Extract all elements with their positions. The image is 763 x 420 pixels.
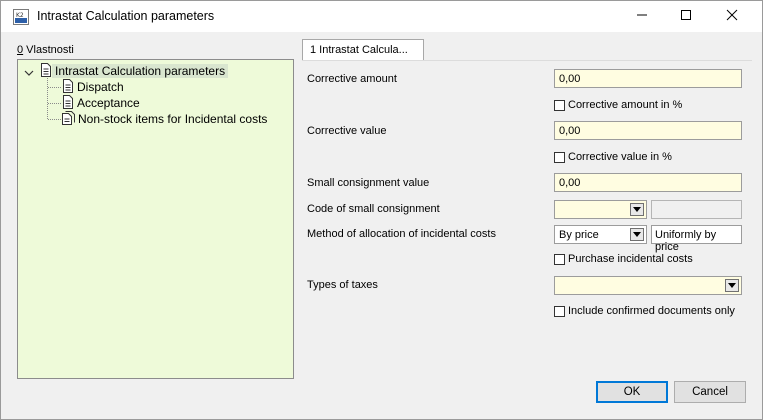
- dropdown-arrow-icon[interactable]: [630, 203, 644, 216]
- dialog-window: K2 Intrastat Calculation parameters 0 Vl…: [0, 0, 763, 420]
- tab-intrastat-calculation[interactable]: 1 Intrastat Calcula...: [302, 39, 424, 61]
- documents-stack-icon: [62, 110, 75, 128]
- tree-panel[interactable]: Intrastat Calculation parameters Dispatc…: [17, 59, 294, 379]
- minimize-icon: [636, 9, 648, 24]
- checkbox-box[interactable]: [554, 99, 565, 111]
- dropdown-arrow-icon[interactable]: [630, 228, 644, 241]
- include-confirmed-checkbox[interactable]: Include confirmed documents only: [554, 305, 735, 317]
- tab-divider: [302, 60, 752, 61]
- svg-text:K2: K2: [16, 12, 24, 19]
- ok-button[interactable]: OK: [596, 381, 668, 403]
- corrective-value-label: Corrective value: [307, 125, 387, 137]
- tree-item-root[interactable]: Intrastat Calculation parameters: [40, 62, 229, 80]
- checkbox-label: Include confirmed documents only: [568, 305, 735, 317]
- small-consignment-value-label: Small consignment value: [307, 177, 430, 189]
- checkbox-label: Corrective value in %: [568, 151, 672, 163]
- tab-label: 1 Intrastat Calcula...: [310, 44, 408, 56]
- corrective-value-pct-checkbox[interactable]: Corrective value in %: [554, 151, 672, 163]
- allocation-method-select[interactable]: By price: [554, 225, 647, 244]
- code-small-consignment-select[interactable]: [554, 200, 647, 219]
- document-icon: [62, 78, 74, 96]
- tree-item-label: Dispatch: [77, 80, 124, 94]
- tree-item-acceptance[interactable]: Acceptance: [62, 94, 143, 112]
- close-button[interactable]: [709, 1, 755, 32]
- document-icon: [62, 94, 74, 112]
- tree-item-dispatch[interactable]: Dispatch: [62, 78, 127, 96]
- checkbox-box[interactable]: [554, 305, 565, 317]
- tree-item-label: Acceptance: [77, 96, 140, 110]
- checkbox-box[interactable]: [554, 151, 565, 163]
- close-icon: [726, 9, 738, 24]
- code-small-consignment-description: [651, 200, 742, 219]
- allocation-method-description: Uniformly by price: [651, 225, 742, 253]
- minimize-button[interactable]: [619, 1, 665, 32]
- tree-item-label: Intrastat Calculation parameters: [52, 64, 229, 78]
- code-small-consignment-label: Code of small consignment: [307, 203, 440, 215]
- tree-item-non-stock[interactable]: Non-stock items for Incidental costs: [62, 110, 270, 128]
- title-bar: K2 Intrastat Calculation parameters: [1, 1, 762, 32]
- allocation-method-label: Method of allocation of incidental costs: [307, 228, 496, 240]
- tree-caption: 0 Vlastnosti: [17, 44, 74, 56]
- maximize-button[interactable]: [663, 1, 709, 32]
- types-of-taxes-select[interactable]: [554, 276, 742, 295]
- checkbox-box[interactable]: [554, 253, 565, 265]
- corrective-amount-label: Corrective amount: [307, 73, 397, 85]
- checkbox-label: Corrective amount in %: [568, 99, 683, 111]
- corrective-value-field[interactable]: 0,00: [554, 121, 742, 140]
- window-title: Intrastat Calculation parameters: [37, 9, 215, 23]
- purchase-incidental-checkbox[interactable]: Purchase incidental costs: [554, 253, 693, 265]
- app-logo-icon: K2: [13, 9, 29, 25]
- corrective-amount-pct-checkbox[interactable]: Corrective amount in %: [554, 99, 682, 111]
- small-consignment-value-field[interactable]: 0,00: [554, 173, 742, 192]
- corrective-amount-field[interactable]: 0,00: [554, 69, 742, 88]
- maximize-icon: [680, 9, 692, 24]
- tree-item-label: Non-stock items for Incidental costs: [78, 112, 268, 126]
- types-of-taxes-label: Types of taxes: [307, 279, 378, 291]
- select-value: By price: [559, 229, 599, 241]
- tree-caption-label: Vlastnosti: [23, 44, 74, 56]
- dropdown-arrow-icon[interactable]: [725, 279, 739, 292]
- collapse-chevron-icon[interactable]: [24, 66, 34, 80]
- checkbox-label: Purchase incidental costs: [568, 253, 693, 265]
- cancel-button[interactable]: Cancel: [674, 381, 746, 403]
- document-icon: [40, 62, 52, 80]
